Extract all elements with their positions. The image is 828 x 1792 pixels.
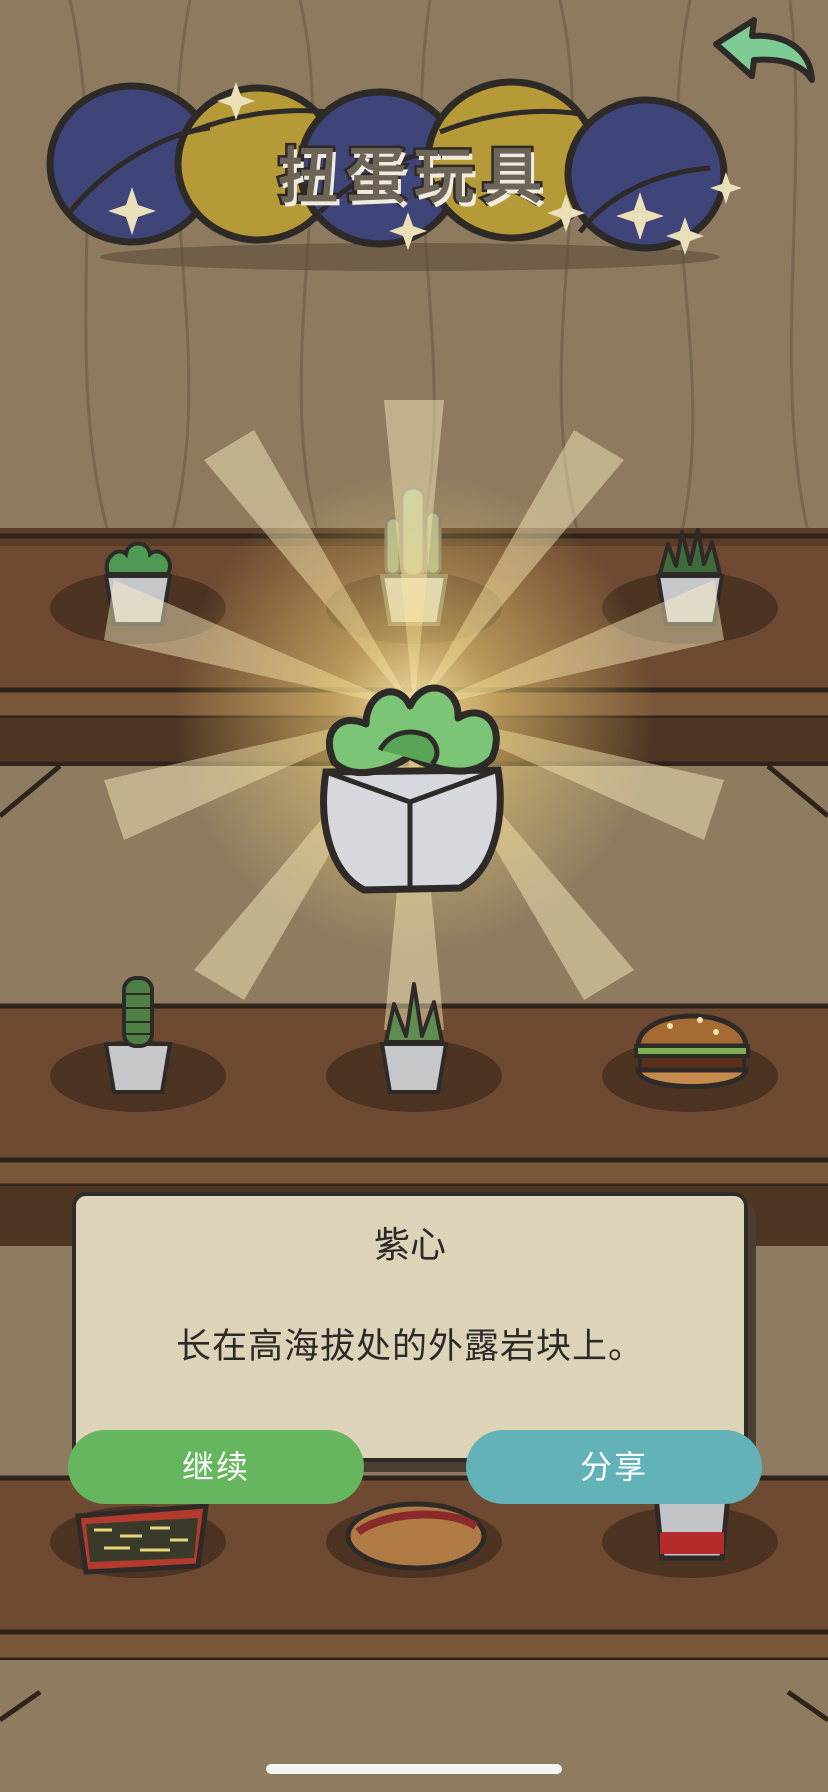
shelf-item-aloe bbox=[379, 982, 449, 1094]
shelf-item-fries bbox=[75, 1503, 209, 1575]
shelf-item-tall-succulent bbox=[103, 976, 173, 1094]
share-button[interactable]: 分享 bbox=[466, 1430, 762, 1504]
item-name: 紫心 bbox=[373, 1225, 446, 1266]
item-info-dialog: 紫心 长在高海拔处的外露岩块上。 bbox=[72, 1192, 748, 1462]
back-arrow-icon[interactable] bbox=[708, 14, 820, 96]
featured-succulent-icon bbox=[320, 684, 504, 894]
continue-button[interactable]: 继续 bbox=[68, 1430, 364, 1504]
home-indicator[interactable] bbox=[266, 1764, 562, 1774]
shelf-item-hotdog bbox=[345, 1501, 487, 1571]
shelf-item-burger bbox=[634, 1013, 750, 1089]
page-title: 扭蛋玩具 bbox=[276, 140, 550, 215]
item-description: 长在高海拔处的外露岩块上。 bbox=[175, 1327, 644, 1367]
